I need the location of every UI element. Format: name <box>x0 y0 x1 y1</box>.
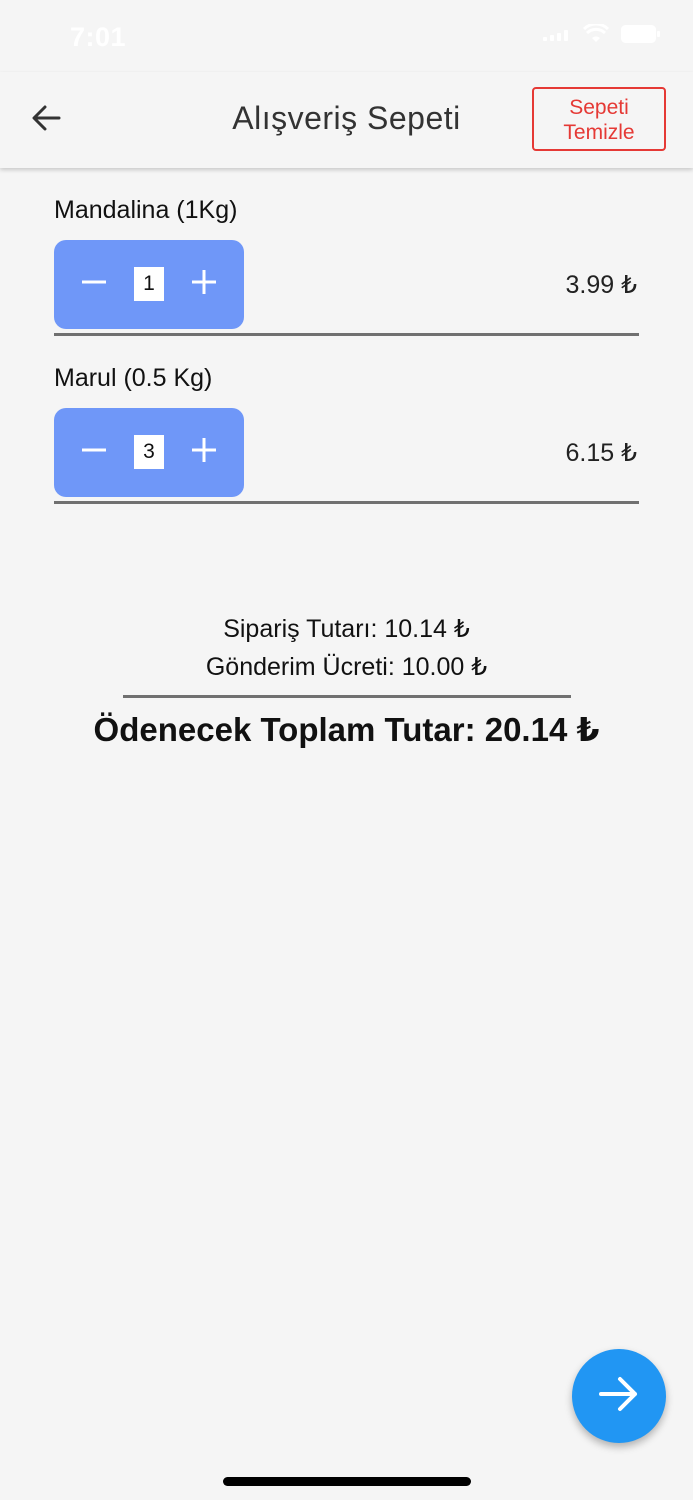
decrease-button[interactable] <box>72 262 116 306</box>
quantity-value: 3 <box>134 435 164 469</box>
wifi-icon <box>582 22 610 49</box>
arrow-right-icon <box>598 1375 640 1418</box>
app-bar: Alışveriş Sepeti Sepeti Temizle <box>0 72 693 168</box>
minus-icon <box>81 437 107 468</box>
item-price: 6.15 ₺ <box>565 439 637 467</box>
quantity-value: 1 <box>134 267 164 301</box>
item-name: Mandalina (1Kg) <box>54 196 238 224</box>
quantity-stepper: 1 <box>54 240 244 329</box>
quantity-stepper: 3 <box>54 408 244 497</box>
signal-icon <box>543 28 571 46</box>
clear-cart-label-line1: Sepeti <box>569 96 629 119</box>
proceed-button[interactable] <box>572 1349 666 1443</box>
shipping-fee: Gönderim Ücreti: 10.00 ₺ <box>205 653 488 681</box>
increase-button[interactable] <box>182 430 226 474</box>
status-bar: 7:01 <box>0 0 693 72</box>
decrease-button[interactable] <box>72 430 116 474</box>
minus-icon <box>81 269 107 300</box>
item-price: 3.99 ₺ <box>565 271 637 299</box>
clear-cart-button[interactable]: Sepeti Temizle <box>532 87 666 151</box>
cart-list: Mandalina (1Kg) 1 3.99 ₺ Marul (0.5 Kg) <box>54 168 639 504</box>
plus-icon <box>191 437 217 468</box>
item-name: Marul (0.5 Kg) <box>54 364 213 392</box>
home-indicator <box>223 1477 471 1486</box>
clear-cart-label-line2: Temizle <box>563 121 635 144</box>
grand-total: Ödenecek Toplam Tutar: 20.14 ₺ <box>93 711 600 748</box>
battery-icon <box>621 25 661 48</box>
plus-icon <box>191 269 217 300</box>
increase-button[interactable] <box>182 262 226 306</box>
summary-divider <box>122 695 571 698</box>
cart-item: Mandalina (1Kg) 1 3.99 ₺ <box>54 168 639 336</box>
status-time: 7:01 <box>70 22 127 52</box>
order-total: Sipariş Tutarı: 10.14 ₺ <box>223 615 470 643</box>
status-icons <box>543 22 661 49</box>
cart-item: Marul (0.5 Kg) 3 6.15 ₺ <box>54 336 639 504</box>
order-summary: Sipariş Tutarı: 10.14 ₺ Gönderim Ücreti:… <box>0 610 693 749</box>
